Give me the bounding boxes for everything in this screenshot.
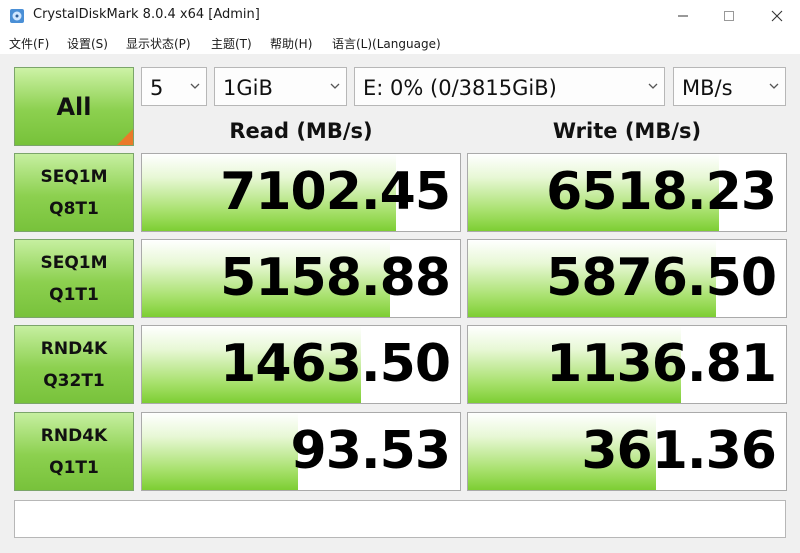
unit-select[interactable]: MB/s [673,67,786,106]
chevron-down-icon [330,83,340,89]
test-name-line2: Q8T1 [49,198,99,219]
menu-language[interactable]: 语言(L)(Language) [332,35,441,52]
test-name-line1: RND4K [40,338,108,359]
read-header: Read (MB/s) [229,119,373,143]
menu-bar: 文件(F) 设置(S) 显示状态(P) 主题(T) 帮助(H) 语言(L)(La… [0,32,800,54]
test-name-line2: Q1T1 [49,284,99,305]
write-value: 1136.81 [546,334,777,394]
menu-file[interactable]: 文件(F) [9,35,49,52]
read-result-rnd4k-q32t1: 1463.50 [141,325,461,404]
read-bar [142,413,298,490]
test-rnd4k-q1t1-button[interactable]: RND4K Q1T1 [14,412,134,491]
write-value: 5876.50 [546,248,777,308]
drive-select[interactable]: E: 0% (0/3815GiB) [354,67,665,106]
menu-theme[interactable]: 主题(T) [211,35,252,52]
run-all-label: All [56,92,92,121]
test-size-value: 1GiB [223,76,273,100]
read-value: 1463.50 [220,334,451,394]
write-value: 361.36 [581,421,777,481]
test-name-line1: SEQ1M [40,166,108,187]
read-value: 93.53 [290,421,451,481]
test-count-select[interactable]: 5 [141,67,207,106]
read-value: 7102.45 [220,162,451,222]
chevron-down-icon [648,83,658,89]
test-name-line2: Q1T1 [49,457,99,478]
test-size-select[interactable]: 1GiB [214,67,347,106]
test-seq1m-q1t1-button[interactable]: SEQ1M Q1T1 [14,239,134,318]
menu-settings[interactable]: 设置(S) [67,35,108,52]
write-header: Write (MB/s) [552,119,702,143]
title-bar: CrystalDiskMark 8.0.4 x64 [Admin] [0,0,800,32]
test-count-value: 5 [150,76,164,100]
chevron-down-icon [769,83,779,89]
test-seq1m-q8t1-button[interactable]: SEQ1M Q8T1 [14,153,134,232]
corner-indicator [117,129,133,145]
close-icon [771,10,783,22]
close-button[interactable] [754,0,800,32]
read-result-seq1m-q1t1: 5158.88 [141,239,461,318]
chevron-down-icon [190,83,200,89]
write-result-rnd4k-q32t1: 1136.81 [467,325,787,404]
unit-value: MB/s [682,76,733,100]
write-result-seq1m-q1t1: 5876.50 [467,239,787,318]
read-result-seq1m-q8t1: 7102.45 [141,153,461,232]
menu-help[interactable]: 帮助(H) [270,35,312,52]
maximize-button[interactable] [706,0,752,32]
test-name-line1: SEQ1M [40,252,108,273]
drive-value: E: 0% (0/3815GiB) [363,76,557,100]
write-result-rnd4k-q1t1: 361.36 [467,412,787,491]
write-value: 6518.23 [546,162,777,222]
window-title: CrystalDiskMark 8.0.4 x64 [Admin] [33,7,260,22]
maximize-icon [724,11,734,21]
test-rnd4k-q32t1-button[interactable]: RND4K Q32T1 [14,325,134,404]
minimize-icon [678,15,688,17]
crystaldiskmark-icon [10,9,24,23]
read-value: 5158.88 [220,248,451,308]
test-name-line2: Q32T1 [43,370,105,391]
run-all-button[interactable]: All [14,67,134,146]
menu-display-status[interactable]: 显示状态(P) [126,35,191,52]
write-result-seq1m-q8t1: 6518.23 [467,153,787,232]
minimize-button[interactable] [660,0,706,32]
comment-field[interactable] [14,500,786,538]
test-name-line1: RND4K [40,425,108,446]
read-result-rnd4k-q1t1: 93.53 [141,412,461,491]
